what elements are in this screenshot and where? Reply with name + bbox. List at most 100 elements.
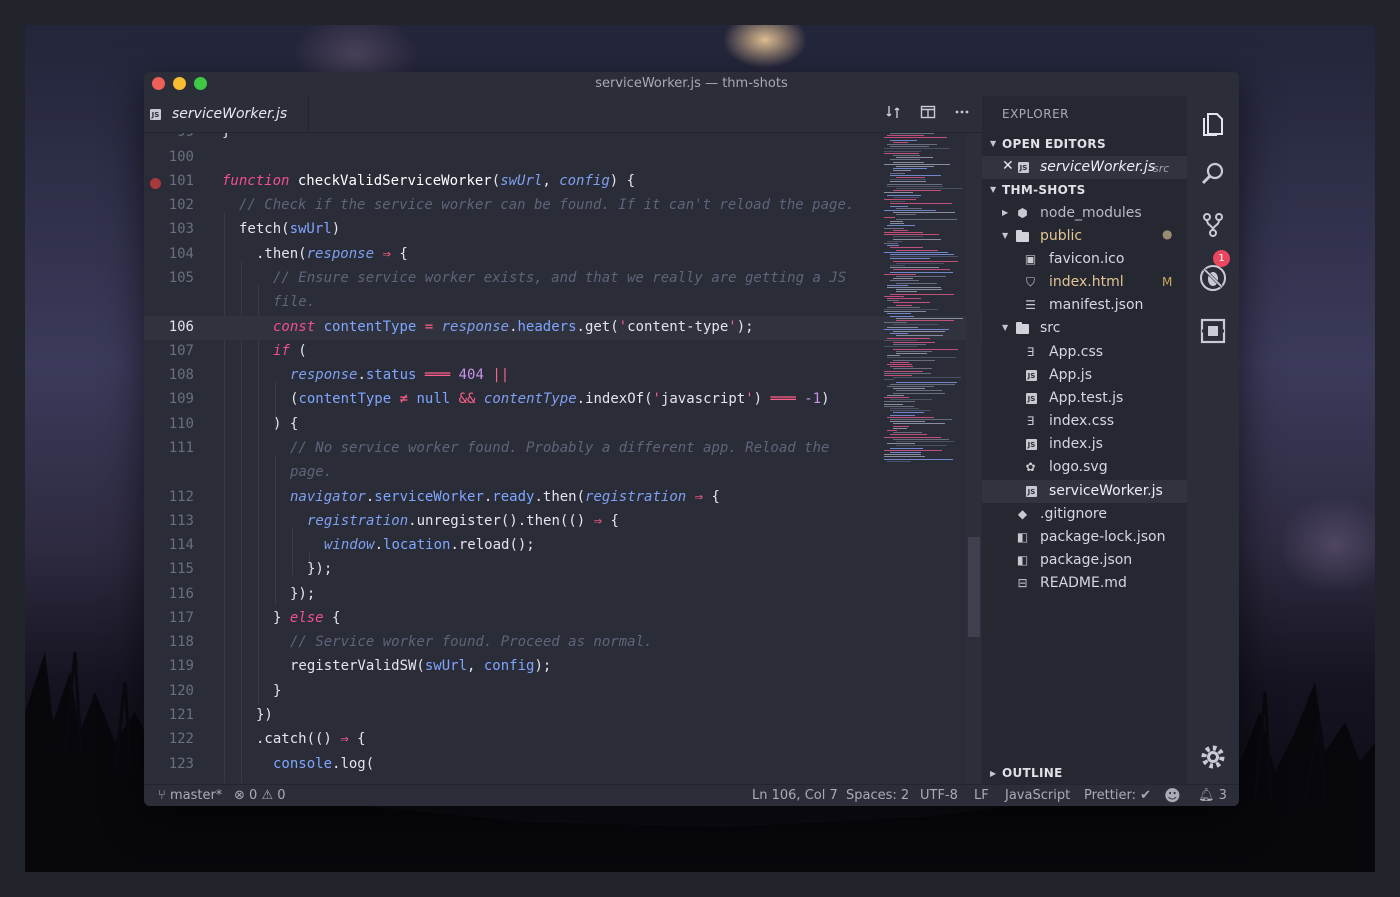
- split-editor-icon[interactable]: [920, 104, 936, 124]
- outline-header[interactable]: OUTLINE: [1002, 766, 1063, 780]
- project-header[interactable]: THM-SHOTS: [1002, 183, 1086, 197]
- minimap-line: [890, 361, 910, 363]
- files-icon[interactable]: [1199, 109, 1227, 137]
- css-file-icon: ∃: [1026, 345, 1035, 359]
- minimap-line: [887, 357, 956, 359]
- minimap-line: [890, 280, 919, 282]
- feedback-smiley-icon[interactable]: ☻: [1164, 786, 1181, 805]
- language-status[interactable]: JavaScript: [1005, 788, 1070, 803]
- minimap-line: [887, 394, 905, 396]
- open-editor-item[interactable]: ✕ JS serviceWorker.js src: [982, 156, 1187, 179]
- minimap-line: [884, 397, 910, 398]
- code-editor[interactable]: 99 } 100 101 function checkValidServiceW…: [144, 133, 982, 784]
- open-editors-header[interactable]: OPEN EDITORS: [1002, 137, 1106, 151]
- minimap-line: [896, 282, 937, 284]
- editor-tab-bar: JS serviceWorker.js: [144, 96, 982, 133]
- tab-label: serviceWorker.js: [172, 106, 288, 122]
- prettier-status[interactable]: Prettier: ✔: [1084, 788, 1151, 803]
- code-text: (contentType ≠ null && contentType.index…: [290, 391, 830, 407]
- search-icon[interactable]: [1199, 160, 1227, 188]
- tree-item-package-lock[interactable]: ◧ package-lock.json: [982, 526, 1187, 549]
- tree-item-gitignore[interactable]: ◆ .gitignore: [982, 503, 1187, 526]
- minimap-line: [884, 339, 918, 341]
- tree-item-app-css[interactable]: ∃ App.css: [982, 341, 1187, 364]
- code-line: page.: [290, 464, 333, 480]
- database-icon: ☰: [1025, 298, 1036, 312]
- minimap-line: [890, 452, 921, 453]
- problems-status[interactable]: ⊗ 0 ⚠ 0: [234, 788, 286, 803]
- code-line: 119 registerValidSW(swUrl, config);: [168, 658, 552, 674]
- minimap-line: [890, 223, 904, 225]
- js-file-icon: JS: [1026, 486, 1037, 497]
- tree-item-logo-svg[interactable]: ✿ logo.svg: [982, 456, 1187, 479]
- minimap-line: [884, 163, 950, 165]
- tree-item-favicon[interactable]: ▣ favicon.ico: [982, 248, 1187, 271]
- tree-item-app-js[interactable]: JS App.js: [982, 364, 1187, 387]
- tree-item-node-modules[interactable]: ▶ ⬢ node_modules: [982, 202, 1187, 225]
- code-line: 114 window.location.reload();: [168, 537, 535, 553]
- code-line: 110 ) {: [168, 416, 299, 432]
- minimap-line: [896, 289, 942, 291]
- notifications-status[interactable]: 🔔︎ 3: [1198, 788, 1227, 803]
- code-line: 107 if (: [168, 343, 307, 359]
- git-icon: ◆: [1017, 507, 1028, 521]
- minimap-line: [893, 342, 935, 343]
- code-text: response.status ═══ 404 ||: [290, 367, 510, 383]
- scrollbar-thumb[interactable]: [968, 537, 980, 637]
- gear-icon[interactable]: [1199, 743, 1227, 771]
- git-branch-icon: ⑂: [158, 788, 166, 803]
- tree-item-src[interactable]: ▼ src: [982, 317, 1187, 340]
- minimap-line: [884, 210, 937, 211]
- minimap-line: [887, 284, 909, 286]
- minimap-line: [884, 295, 904, 297]
- chevron-down-icon[interactable]: ▼: [990, 185, 996, 194]
- tree-item-package-json[interactable]: ◧ package.json: [982, 549, 1187, 572]
- tab-service-worker[interactable]: JS serviceWorker.js: [144, 96, 309, 132]
- minimap-line: [890, 179, 927, 181]
- open-changes-icon[interactable]: [885, 104, 901, 124]
- more-icon[interactable]: [954, 104, 970, 124]
- minimap-line: [884, 436, 942, 438]
- svg-file-icon: ✿: [1025, 460, 1036, 474]
- debug-icon[interactable]: [1199, 264, 1227, 292]
- vertical-scrollbar[interactable]: [966, 133, 981, 784]
- source-control-icon[interactable]: [1199, 211, 1227, 239]
- code-line: 115 });: [168, 561, 333, 577]
- minimap-line: [887, 135, 924, 137]
- window-title: serviceWorker.js — thm-shots: [595, 76, 788, 91]
- explorer-title: EXPLORER: [1002, 107, 1069, 121]
- tree-item-index-css[interactable]: ∃ index.css: [982, 410, 1187, 433]
- chevron-down-icon[interactable]: ▼: [990, 139, 996, 148]
- minimap-line: [884, 216, 896, 218]
- code-line: 112 navigator.serviceWorker.ready.then(r…: [168, 489, 720, 505]
- chevron-right-icon: ▶: [1002, 208, 1009, 217]
- tree-item-service-worker[interactable]: JS serviceWorker.js: [982, 480, 1187, 503]
- tree-item-manifest[interactable]: ☰ manifest.json: [982, 294, 1187, 317]
- cursor-position[interactable]: Ln 106, Col 7: [752, 788, 838, 803]
- minimap-line: [890, 174, 941, 176]
- extensions-icon[interactable]: [1199, 317, 1227, 345]
- tree-item-readme[interactable]: ⊟ README.md: [982, 572, 1187, 595]
- js-file-icon: JS: [1018, 162, 1029, 173]
- chevron-right-icon[interactable]: ▶: [990, 769, 996, 778]
- minimap-line: [884, 150, 921, 152]
- close-icon[interactable]: ✕: [1002, 158, 1014, 174]
- minimap[interactable]: [884, 133, 966, 463]
- minimap-line: [890, 419, 952, 420]
- tree-item-public[interactable]: ▼ public ●: [982, 225, 1187, 248]
- title-bar: serviceWorker.js — thm-shots: [144, 72, 1239, 96]
- minimap-line: [884, 148, 951, 150]
- minimap-line: [887, 443, 916, 445]
- minimap-line: [887, 240, 902, 242]
- tree-item-index-js[interactable]: JS index.js: [982, 433, 1187, 456]
- minimap-line: [896, 353, 927, 354]
- tree-item-index-html[interactable]: ⛉ index.html M: [982, 271, 1187, 294]
- encoding-status[interactable]: UTF-8: [920, 788, 958, 803]
- minimap-line: [890, 447, 923, 449]
- minimap-line: [896, 390, 942, 392]
- branch-status[interactable]: ⑂ master*: [158, 788, 222, 803]
- minimap-line: [890, 133, 934, 134]
- tree-item-app-test-js[interactable]: JS App.test.js: [982, 387, 1187, 410]
- eol-status[interactable]: LF: [974, 788, 989, 803]
- indentation-status[interactable]: Spaces: 2: [846, 788, 909, 803]
